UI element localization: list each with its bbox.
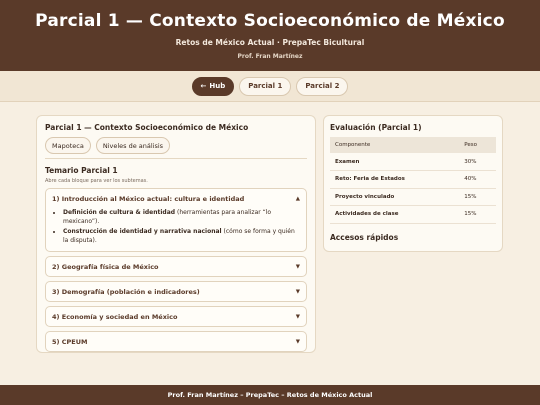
- top-nav: ← Hub Parcial 1 Parcial 2: [0, 71, 540, 102]
- accordion-header-5[interactable]: 5) CPEUM ▼: [46, 332, 306, 351]
- page-subtitle: Retos de México Actual · PrepaTec Bicult…: [175, 38, 365, 47]
- table-row: Actividades de clase 15%: [330, 205, 496, 224]
- temario-hint: Abre cada bloque para ver los subtemas.: [45, 178, 148, 184]
- table-row: Proyecto vinculado 15%: [330, 188, 496, 206]
- accordion-label: 2) Geografía física de México: [52, 262, 159, 271]
- component-cell: Examen: [330, 153, 460, 171]
- component-cell: Actividades de clase: [330, 205, 460, 224]
- evaluation-table: Componente Peso Examen 30% Reto: Feria d…: [330, 137, 496, 224]
- accordion-header-3[interactable]: 3) Demografía (población e indicadores) …: [46, 282, 306, 301]
- accordion-header-4[interactable]: 4) Economía y sociedad en México ▼: [46, 307, 306, 326]
- accordion-item: 3) Demografía (población e indicadores) …: [45, 281, 307, 302]
- subtopic-bold: Definición de cultura & identidad: [63, 209, 176, 216]
- weight-cell: 40%: [459, 170, 496, 189]
- hub-button-label: Hub: [209, 82, 226, 90]
- caret-down-icon: ▼: [295, 313, 300, 320]
- component-cell: Reto: Feria de Estados: [330, 170, 460, 189]
- weight-cell: 30%: [459, 153, 496, 171]
- weight-cell: 15%: [459, 205, 496, 224]
- caret-down-icon: ▼: [295, 263, 300, 270]
- card-title: Parcial 1 — Contexto Socioeconómico de M…: [45, 123, 249, 132]
- subtopic-item: Construcción de identidad y narrativa na…: [63, 227, 300, 245]
- accordion-item: 1) Introducción al México actual: cultur…: [45, 188, 307, 252]
- page-header: Parcial 1 — Contexto Socioeconómico de M…: [0, 0, 540, 71]
- temario-title: Temario Parcial 1: [45, 166, 118, 175]
- accordion-header-2[interactable]: 2) Geografía física de México ▼: [46, 257, 306, 276]
- accordion-body: Definición de cultura & identidad (herra…: [46, 208, 306, 251]
- caret-down-icon: ▼: [295, 288, 300, 295]
- accordion-item: 2) Geografía física de México ▼: [45, 256, 307, 277]
- accordion-label: 4) Economía y sociedad en México: [52, 312, 178, 321]
- accordion-header-1[interactable]: 1) Introducción al México actual: cultur…: [46, 189, 306, 208]
- niveles-analisis-button[interactable]: Niveles de análisis: [95, 137, 171, 154]
- table-header-row: Componente Peso: [330, 137, 496, 153]
- caret-up-icon: ▲: [295, 195, 300, 202]
- subtopic-item: Definición de cultura & identidad (herra…: [63, 208, 300, 226]
- mapoteca-button[interactable]: Mapoteca: [45, 137, 91, 154]
- hub-button[interactable]: ← Hub: [191, 76, 235, 96]
- accordion-item: 4) Economía y sociedad en México ▼: [45, 306, 307, 327]
- evaluation-card: Evaluación (Parcial 1) Componente Peso E…: [323, 115, 503, 252]
- accordion-label: 3) Demografía (población e indicadores): [52, 287, 200, 296]
- page-footer: Prof. Fran Martínez – PrepaTec – Retos d…: [0, 385, 540, 405]
- page-title: Parcial 1 — Contexto Socioeconómico de M…: [35, 11, 505, 31]
- professor-name: Prof. Fran Martínez: [237, 53, 303, 60]
- accordion-label: 1) Introducción al México actual: cultur…: [52, 194, 245, 203]
- weight-cell: 15%: [459, 188, 496, 206]
- column-header: Componente: [330, 137, 460, 153]
- back-arrow-icon: ←: [200, 82, 207, 90]
- parcial2-button[interactable]: Parcial 2: [296, 76, 349, 96]
- subtopic-bold: Construcción de identidad y narrativa na…: [63, 228, 222, 235]
- accordion-label: 5) CPEUM: [52, 337, 88, 346]
- parcial-card: Parcial 1 — Contexto Socioeconómico de M…: [36, 115, 316, 353]
- resource-pills: Mapoteca Niveles de análisis: [45, 137, 307, 159]
- parcial1-button[interactable]: Parcial 1: [239, 76, 292, 96]
- table-row: Examen 30%: [330, 153, 496, 171]
- quick-access-title: Accesos rápidos: [330, 232, 399, 242]
- table-row: Reto: Feria de Estados 40%: [330, 170, 496, 189]
- column-header: Peso: [459, 137, 496, 153]
- caret-down-icon: ▼: [295, 338, 300, 345]
- accordion-item: 5) CPEUM ▼: [45, 331, 307, 352]
- evaluation-title: Evaluación (Parcial 1): [330, 123, 422, 132]
- component-cell: Proyecto vinculado: [330, 188, 460, 206]
